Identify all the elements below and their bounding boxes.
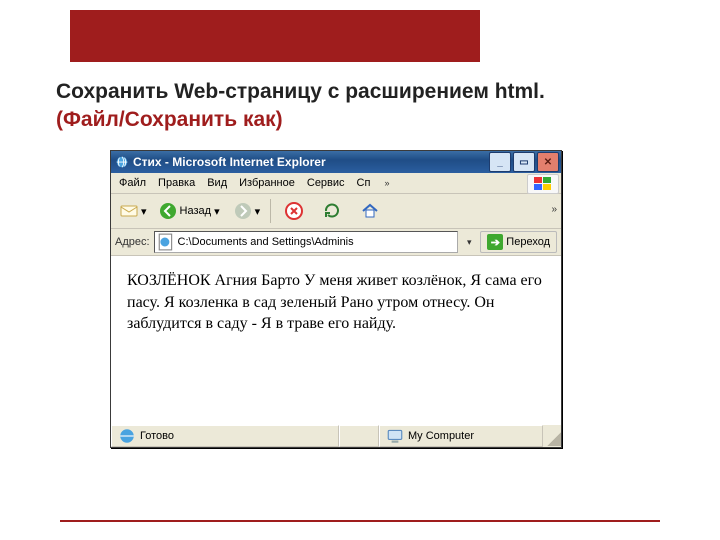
menu-overflow-icon[interactable]: »: [378, 176, 395, 190]
ie-window: Стих - Microsoft Internet Explorer _ ▭ ✕…: [110, 150, 562, 448]
page-text: КОЗЛЁНОК Агния Барто У меня живет козлён…: [127, 272, 542, 332]
window-title: Стих - Microsoft Internet Explorer: [133, 155, 485, 169]
status-zone-cell: My Computer: [379, 425, 543, 447]
address-dropdown-icon[interactable]: ▾: [462, 232, 476, 252]
status-bar: Готово My Computer: [111, 424, 561, 447]
forward-button[interactable]: ▾: [229, 197, 266, 225]
toolbar-separator: [270, 199, 271, 223]
menu-file[interactable]: Файл: [113, 175, 152, 191]
toolbar: ▾ Назад▾ ▾: [111, 194, 561, 229]
address-label: Адрес:: [115, 236, 150, 248]
title-bar[interactable]: Стих - Microsoft Internet Explorer _ ▭ ✕: [111, 151, 561, 173]
heading-line2: (Файл/Сохранить как): [56, 108, 283, 131]
refresh-button[interactable]: [314, 197, 350, 225]
status-empty-cell: [339, 425, 379, 447]
forward-arrow-icon: [234, 202, 252, 220]
slide-bottom-rule: [60, 520, 660, 522]
menu-bar: Файл Правка Вид Избранное Сервис Сп »: [111, 173, 561, 194]
ie-status-icon: [118, 427, 136, 445]
menu-edit[interactable]: Правка: [152, 175, 201, 191]
back-arrow-icon: [159, 202, 177, 220]
back-button[interactable]: Назад▾: [154, 197, 227, 225]
go-arrow-icon: ➔: [487, 234, 503, 250]
go-button[interactable]: ➔ Переход: [480, 231, 557, 253]
resize-grip[interactable]: [543, 426, 561, 446]
menu-view[interactable]: Вид: [201, 175, 233, 191]
ie-logo-icon: [115, 155, 129, 169]
status-ready-cell: Готово: [111, 425, 339, 447]
status-zone-text: My Computer: [408, 430, 474, 442]
address-path: C:\Documents and Settings\Adminis: [178, 236, 354, 248]
home-icon: [361, 202, 379, 220]
windows-flag-icon[interactable]: [527, 174, 559, 194]
slide-accent-bar: [70, 10, 480, 62]
menu-help[interactable]: Сп: [351, 175, 377, 191]
minimize-button[interactable]: _: [489, 152, 511, 172]
slide-heading: Сохранить Web-страницу с расширением htm…: [56, 78, 680, 135]
maximize-button[interactable]: ▭: [513, 152, 535, 172]
heading-line1: Сохранить Web-страницу с расширением htm…: [56, 80, 545, 103]
toolbar-overflow-icon[interactable]: »: [551, 204, 557, 215]
mail-button[interactable]: ▾: [115, 197, 152, 225]
address-field[interactable]: C:\Documents and Settings\Adminis: [154, 231, 459, 253]
stop-icon: [285, 202, 303, 220]
envelope-icon: [120, 202, 138, 220]
status-ready-text: Готово: [140, 430, 174, 442]
address-bar: Адрес: C:\Documents and Settings\Adminis…: [111, 229, 561, 256]
menu-tools[interactable]: Сервис: [301, 175, 351, 191]
menu-favorites[interactable]: Избранное: [233, 175, 301, 191]
close-button[interactable]: ✕: [537, 152, 559, 172]
refresh-icon: [323, 202, 341, 220]
ie-page-icon: [157, 233, 175, 251]
back-label: Назад: [180, 205, 212, 217]
stop-button[interactable]: [276, 197, 312, 225]
home-button[interactable]: [352, 197, 388, 225]
computer-icon: [386, 427, 404, 445]
go-label: Переход: [506, 236, 550, 248]
page-content: КОЗЛЁНОК Агния Барто У меня живет козлён…: [111, 256, 561, 424]
